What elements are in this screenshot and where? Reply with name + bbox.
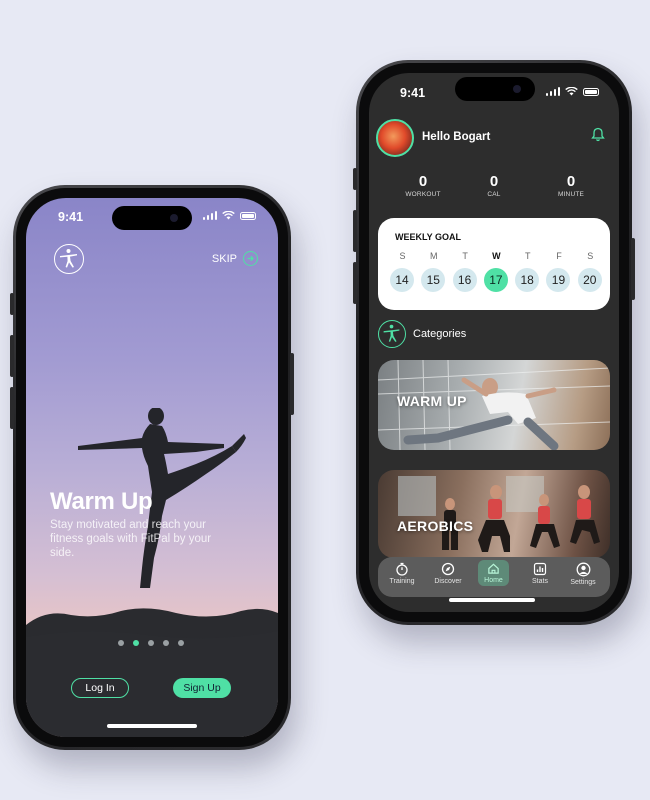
day-tue[interactable]: T 16 <box>452 251 478 292</box>
mute-switch <box>353 168 357 190</box>
volume-up-button <box>10 335 14 377</box>
stat-label: WORKOUT <box>405 191 441 198</box>
wifi-icon <box>222 211 235 220</box>
power-button <box>631 238 635 300</box>
day-fri[interactable]: F 19 <box>546 251 571 292</box>
tab-discover[interactable]: Discover <box>427 562 469 585</box>
mountain-silhouette <box>26 608 278 737</box>
skip-label: SKIP <box>211 252 237 265</box>
onboarding-screen: 9:41 SKIP Warm Up Stay motivated and rea… <box>26 198 278 737</box>
day-thu[interactable]: T 18 <box>515 251 540 292</box>
day-date[interactable]: 19 <box>546 268 571 292</box>
card-title: WARM UP <box>397 393 467 409</box>
tab-stats[interactable]: Stats <box>519 562 561 585</box>
weekly-goal-title: WEEKLY GOAL <box>395 232 462 242</box>
log-in-button[interactable]: Log In <box>71 678 129 698</box>
day-letter: S <box>399 251 406 261</box>
pager-dot[interactable] <box>148 640 154 646</box>
stat-value: 0 <box>489 173 499 190</box>
battery-icon <box>583 87 599 96</box>
stat-value: 0 <box>566 173 576 190</box>
onboarding-description: Stay motivated and reach your fitness go… <box>50 519 212 559</box>
sign-up-button[interactable]: Sign Up <box>173 678 231 698</box>
volume-down-button <box>353 262 357 304</box>
category-card-warm-up[interactable]: WARM UP <box>378 360 610 450</box>
tab-settings[interactable]: Settings <box>562 562 604 586</box>
pager-dot[interactable] <box>118 640 124 646</box>
compass-icon <box>441 562 455 576</box>
day-letter: T <box>524 251 531 261</box>
tab-label: Stats <box>532 578 548 585</box>
pager-dot-active[interactable] <box>133 640 139 646</box>
week-days: S 14 M 15 T 16 W 17 T 18 F 19 S 20 <box>390 251 603 292</box>
day-wed-today[interactable]: W 17 <box>483 251 509 292</box>
day-date[interactable]: 16 <box>452 268 477 292</box>
day-date[interactable]: 15 <box>421 268 446 292</box>
cellular-signal-icon <box>202 211 217 220</box>
day-mon[interactable]: M 15 <box>421 251 446 292</box>
dynamic-island <box>455 77 535 101</box>
category-card-aerobics[interactable]: AEROBICS <box>378 470 610 558</box>
home-screen: 9:41 Hello Bogart 0 WORKOUT 0 CAL 0 MINU… <box>369 73 619 612</box>
day-date-selected[interactable]: 17 <box>483 268 508 292</box>
tab-label: Discover <box>434 578 462 585</box>
categories-icon <box>378 320 406 348</box>
day-letter: F <box>556 251 562 261</box>
bar-chart-icon <box>533 562 547 576</box>
volume-up-button <box>353 210 357 252</box>
tab-home[interactable]: Home <box>478 560 509 586</box>
stat-cal: 0 CAL <box>464 173 524 198</box>
day-sat[interactable]: S 20 <box>577 251 603 292</box>
bottom-tab-bar: Training Discover Home Stats Settings <box>378 557 610 597</box>
status-time: 9:41 <box>400 86 426 100</box>
bell-icon[interactable] <box>591 127 605 142</box>
cellular-signal-icon <box>545 87 560 96</box>
stat-value: 0 <box>418 173 428 190</box>
tab-label: Home <box>484 577 503 584</box>
onboarding-phone: 9:41 SKIP Warm Up Stay motivated and rea… <box>10 185 294 750</box>
home-phone: 9:41 Hello Bogart 0 WORKOUT 0 CAL 0 MINU… <box>353 60 635 625</box>
stat-label: MINUTE <box>557 191 585 198</box>
wifi-icon <box>565 87 578 96</box>
user-circle-icon <box>576 562 590 577</box>
dynamic-island <box>112 206 192 230</box>
day-sun[interactable]: S 14 <box>390 251 415 292</box>
pager-dots[interactable] <box>118 640 184 646</box>
skip-button[interactable]: SKIP <box>212 251 258 266</box>
aerobics-photo <box>398 476 600 552</box>
pager-dot[interactable] <box>163 640 169 646</box>
day-letter: S <box>587 251 594 261</box>
stat-workout: 0 WORKOUT <box>393 173 453 198</box>
stopwatch-icon <box>396 562 408 576</box>
tab-training[interactable]: Training <box>381 562 423 585</box>
greeting: Hello Bogart <box>422 131 491 143</box>
tab-label: Settings <box>570 579 596 586</box>
day-date[interactable]: 18 <box>515 268 540 292</box>
home-indicator <box>449 598 535 602</box>
avatar[interactable] <box>376 119 414 157</box>
categories-heading: Categories <box>413 328 467 340</box>
card-title: AEROBICS <box>397 518 474 534</box>
weekly-goal-card: WEEKLY GOAL S 14 M 15 T 16 W 17 T 18 F 19 S 20 <box>378 218 610 310</box>
stat-minute: 0 MINUTE <box>541 173 601 198</box>
tab-label: Training <box>389 578 415 585</box>
pager-dot[interactable] <box>178 640 184 646</box>
stat-label: CAL <box>487 191 501 198</box>
power-button <box>290 353 294 415</box>
home-indicator <box>107 724 197 728</box>
onboarding-title: Warm Up <box>50 488 153 515</box>
day-date[interactable]: 14 <box>390 268 414 292</box>
day-letter: T <box>462 251 468 261</box>
day-date[interactable]: 20 <box>577 268 602 292</box>
status-time: 9:41 <box>58 210 84 224</box>
battery-icon <box>240 211 256 220</box>
home-icon <box>488 563 499 574</box>
arrow-right-icon <box>243 251 258 266</box>
volume-down-button <box>10 387 14 429</box>
day-letter: W <box>492 251 501 261</box>
app-logo-icon <box>54 244 84 274</box>
day-letter: M <box>430 251 438 261</box>
mute-switch <box>10 293 14 315</box>
